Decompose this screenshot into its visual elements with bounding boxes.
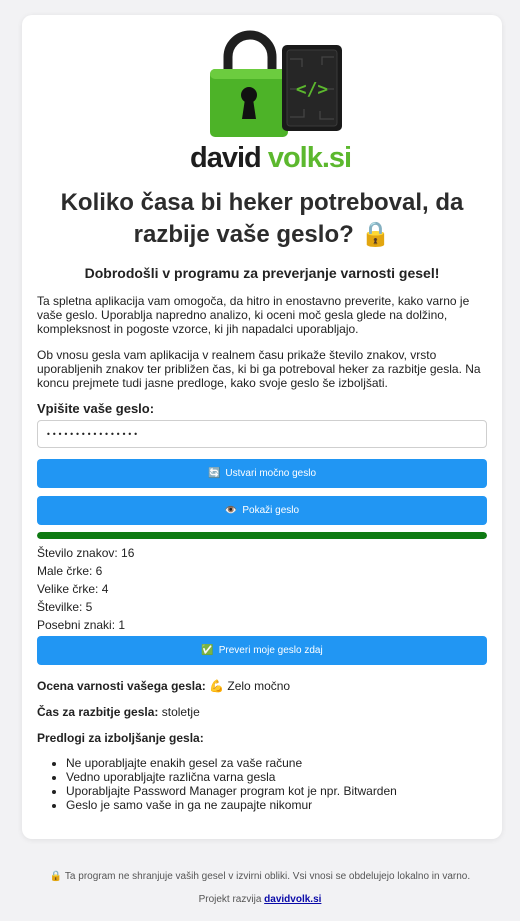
tips-title: Predlogi za izboljšanje gesla: bbox=[37, 731, 204, 745]
strength-rating-label: Ocena varnosti vašega gesla: bbox=[37, 679, 206, 693]
password-input[interactable] bbox=[37, 420, 487, 448]
privacy-note-text: Ta program ne shranjuje vaših gesel v iz… bbox=[64, 871, 471, 882]
intro-paragraph-2: Ob vnosu gesla vam aplikacija v realnem … bbox=[37, 348, 481, 390]
stat-char-count: Število znakov: 16 bbox=[37, 546, 135, 560]
strength-rating: Ocena varnosti vašega gesla: 💪 Zelo močn… bbox=[37, 679, 290, 693]
show-password-button[interactable]: 👁️ Pokaži geslo bbox=[37, 496, 487, 525]
stat-digits: Številke: 5 bbox=[37, 600, 93, 614]
lock-logo-icon: </> bbox=[210, 30, 342, 137]
brand-wordmark: david volk.si bbox=[190, 142, 352, 175]
refresh-icon: 🔄 bbox=[207, 468, 221, 479]
crack-time-label: Čas za razbitje gesla: bbox=[37, 705, 159, 719]
lock-icon: 🔒 bbox=[49, 871, 63, 882]
privacy-note: 🔒 Ta program ne shranjuje vaših gesel v … bbox=[0, 871, 520, 882]
lock-emoji-icon: 🔒 bbox=[360, 221, 391, 248]
check-password-label: Preveri moje geslo zdaj bbox=[218, 645, 323, 656]
page-title-text: Koliko časa bi heker potreboval, da razb… bbox=[60, 189, 464, 248]
crack-time: Čas za razbitje gesla: stoletje bbox=[37, 705, 200, 719]
stat-lowercase: Male črke: 6 bbox=[37, 564, 103, 578]
eye-icon: 👁️ bbox=[224, 505, 238, 516]
check-password-button[interactable]: ✅ Preveri moje geslo zdaj bbox=[37, 636, 487, 665]
list-item: Vedno uporabljajte različna varna gesla bbox=[66, 770, 482, 784]
stat-special: Posebni znaki: 1 bbox=[37, 618, 126, 632]
strength-bar-fill bbox=[37, 532, 487, 539]
crack-time-value: stoletje bbox=[161, 705, 200, 719]
list-item: Uporabljajte Password Manager program ko… bbox=[66, 784, 482, 798]
password-label: Vpišite vaše geslo: bbox=[37, 401, 155, 416]
generate-password-button[interactable]: 🔄 Ustvari močno geslo bbox=[37, 459, 487, 488]
brand-name-dark: david bbox=[190, 142, 262, 174]
tips-list: Ne uporabljajte enakih gesel za vaše rač… bbox=[52, 756, 482, 812]
list-item: Geslo je samo vaše in ga ne zaupajte nik… bbox=[66, 798, 482, 812]
flexed-bicep-icon: 💪 bbox=[209, 679, 225, 693]
credit-link[interactable]: davidvolk.si bbox=[264, 894, 321, 905]
page-title: Koliko časa bi heker potreboval, da razb… bbox=[42, 187, 482, 251]
stat-uppercase: Velike črke: 4 bbox=[37, 582, 109, 596]
show-password-label: Pokaži geslo bbox=[242, 505, 300, 516]
strength-rating-value: Zelo močno bbox=[227, 679, 291, 693]
credit: Projekt razvija davidvolk.si bbox=[0, 894, 520, 905]
strength-bar bbox=[37, 532, 487, 539]
brand-logo: </> david volk.si bbox=[190, 29, 352, 177]
credit-prefix: Projekt razvija bbox=[198, 894, 262, 905]
checkmark-icon: ✅ bbox=[201, 645, 214, 656]
list-item: Ne uporabljajte enakih gesel za vaše rač… bbox=[66, 756, 482, 770]
intro-paragraph-1: Ta spletna aplikacija vam omogoča, da hi… bbox=[37, 294, 470, 336]
svg-text:</>: </> bbox=[296, 79, 329, 100]
brand-name-green: volk.si bbox=[267, 142, 352, 174]
generate-password-label: Ustvari močno geslo bbox=[225, 468, 317, 479]
welcome-heading: Dobrodošli v programu za preverjanje var… bbox=[84, 265, 440, 281]
main-card: </> david volk.si Koliko časa bi heker p… bbox=[22, 15, 502, 839]
